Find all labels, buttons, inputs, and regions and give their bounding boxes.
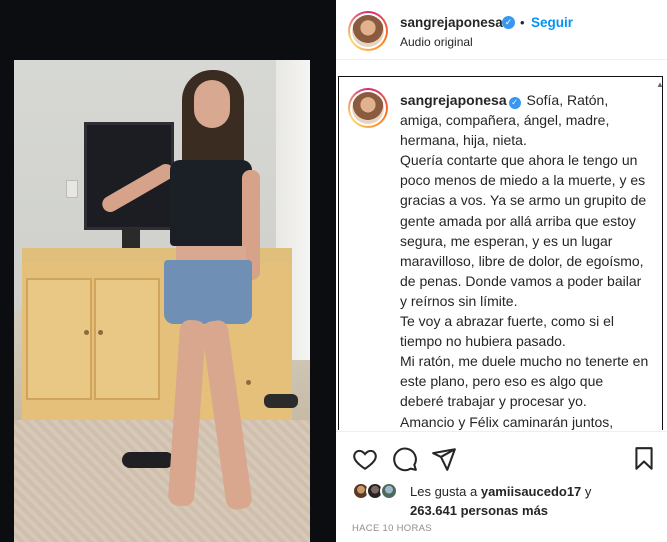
likes-connector: y (584, 484, 592, 499)
video-sandals (122, 452, 174, 468)
verified-badge-icon: ✓ (508, 97, 521, 109)
post-video[interactable] (14, 60, 310, 542)
likes-user-link[interactable]: yamiisaucedo17 (481, 484, 581, 499)
video-knob (246, 380, 251, 385)
video-knob (84, 330, 89, 335)
video-shoes (264, 394, 298, 408)
video-dresser-door (94, 278, 160, 400)
comment-icon[interactable] (392, 446, 418, 472)
caption-username[interactable]: sangrejaponesa (400, 92, 507, 108)
video-tv-stand (122, 228, 140, 248)
video-person-shorts (164, 260, 252, 324)
post-timestamp[interactable]: HACE 10 HORAS (352, 523, 432, 534)
caption-avatar[interactable] (352, 92, 384, 124)
bookmark-icon[interactable] (631, 446, 657, 472)
post-media-panel[interactable] (0, 0, 336, 542)
post-header: sangrejaponesa ✓ • Seguir Audio original (336, 0, 667, 60)
audio-label[interactable]: Audio original (400, 35, 473, 49)
comments-section[interactable]: ▲ sangrejaponesa ✓ Sofía, Ratón, amiga, c… (336, 76, 667, 430)
video-person-face (194, 80, 230, 128)
separator-dot: • (520, 15, 525, 30)
likes-count-link[interactable]: 263.641 personas más (410, 503, 548, 518)
video-floor (14, 420, 310, 542)
caption-text: Sofía, Ratón, amiga, compañera, ángel, m… (400, 92, 649, 430)
post-actions (336, 431, 667, 475)
paper-plane-icon[interactable] (431, 446, 457, 472)
video-dresser-door (26, 278, 92, 400)
post-username[interactable]: sangrejaponesa (400, 15, 503, 30)
verified-badge-icon: ✓ (502, 16, 515, 29)
likes-text: Les gusta a yamiisaucedo17 y 263.641 per… (410, 482, 660, 520)
heart-icon[interactable] (352, 446, 378, 472)
video-knob (98, 330, 103, 335)
follow-button[interactable]: Seguir (531, 15, 573, 30)
liker-avatar[interactable] (380, 482, 398, 500)
likes-summary: Les gusta a yamiisaucedo17 y 263.641 per… (336, 478, 667, 518)
avatar[interactable] (352, 15, 384, 47)
video-person-top (170, 160, 252, 246)
likes-prefix: Les gusta a (410, 484, 478, 499)
video-outlet (66, 180, 78, 198)
post-sidebar: sangrejaponesa ✓ • Seguir Audio original… (336, 0, 667, 542)
post-caption: sangrejaponesa ✓ Sofía, Ratón, amiga, com… (400, 90, 650, 430)
scrollbar-up-arrow-icon[interactable]: ▲ (656, 80, 664, 89)
